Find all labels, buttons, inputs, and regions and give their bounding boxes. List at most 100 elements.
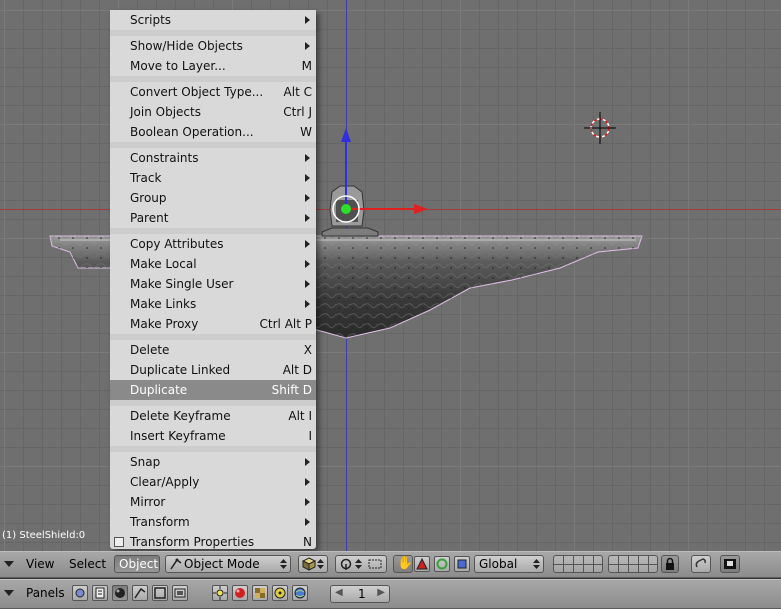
menu-item-group[interactable]: Group — [110, 188, 316, 208]
world-button[interactable] — [292, 585, 308, 601]
layer-buttons-group-2[interactable] — [608, 555, 658, 573]
logic-context-button[interactable] — [72, 585, 88, 601]
menu-item-label: Group — [130, 191, 167, 205]
menu-item-convert-object-type[interactable]: Convert Object Type... Alt C — [110, 82, 316, 102]
texture-button[interactable] — [252, 585, 268, 601]
manipulator-toggle-button[interactable]: ✋ — [393, 555, 413, 573]
menu-item-transform-properties[interactable]: Transform Properties N — [110, 532, 316, 552]
texture-icon — [255, 588, 265, 598]
up-down-arrow-icon — [317, 559, 324, 569]
menu-item-label: Delete Keyframe — [130, 409, 231, 423]
menu-item-duplicate[interactable]: Duplicate Shift D — [110, 380, 316, 400]
submenu-arrow-icon — [305, 42, 310, 50]
orientation-selector-label: Global — [479, 557, 518, 571]
menu-item-scripts[interactable]: Scripts — [110, 10, 316, 30]
lock-layers-button[interactable] — [661, 555, 679, 573]
select-menu[interactable]: Select — [69, 557, 106, 571]
menu-item-shortcut: N — [303, 535, 312, 549]
header-collapse-triangle-icon[interactable] — [4, 561, 14, 567]
opengl-render-button[interactable] — [720, 555, 740, 573]
submenu-arrow-icon — [305, 478, 310, 486]
menu-item-mirror[interactable]: Mirror — [110, 492, 316, 512]
translate-manipulator-button[interactable] — [414, 556, 430, 572]
decrement-arrow-icon[interactable]: ◀ — [335, 587, 343, 598]
view-menu[interactable]: View — [26, 557, 54, 571]
menu-item-shortcut: Shift D — [271, 383, 312, 397]
menu-item-label: Make Single User — [130, 277, 234, 291]
menu-item-parent[interactable]: Parent — [110, 208, 316, 228]
scene-context-button[interactable] — [172, 585, 188, 601]
mode-selector[interactable]: Object Mode — [165, 555, 291, 573]
pivot-selector[interactable] — [335, 555, 387, 573]
object-context-button[interactable] — [132, 585, 148, 601]
menu-item-transform[interactable]: Transform — [110, 512, 316, 532]
up-down-arrow-icon — [280, 559, 287, 569]
menu-item-make-proxy[interactable]: Make Proxy Ctrl Alt P — [110, 314, 316, 334]
scene-icon — [174, 588, 186, 598]
editing-context-button[interactable] — [152, 585, 168, 601]
active-object-label: (1) SteelShield:0 — [2, 530, 86, 541]
draw-type-selector[interactable] — [298, 555, 328, 573]
menu-item-delete[interactable]: Delete X — [110, 340, 316, 360]
menu-item-label: Constraints — [130, 151, 199, 165]
menu-item-make-single-user[interactable]: Make Single User — [110, 274, 316, 294]
checkbox-icon[interactable] — [114, 537, 124, 547]
menu-item-constraints[interactable]: Constraints — [110, 148, 316, 168]
up-down-arrow-icon — [355, 559, 362, 569]
menu-item-shortcut: W — [300, 125, 312, 139]
menu-item-label: Make Local — [130, 257, 197, 271]
rotate-manipulator-button[interactable] — [434, 556, 450, 572]
transform-manipulator — [332, 128, 428, 223]
menu-item-label: Show/Hide Objects — [130, 39, 243, 53]
menu-item-label: Track — [130, 171, 162, 185]
shading-context-button[interactable] — [112, 585, 128, 601]
menu-item-move-to-layer[interactable]: Move to Layer... M — [110, 56, 316, 76]
menu-item-label: Insert Keyframe — [130, 429, 226, 443]
radiosity-button[interactable] — [272, 585, 288, 601]
menu-item-show-hide-objects[interactable]: Show/Hide Objects — [110, 36, 316, 56]
menu-item-label: Duplicate — [130, 383, 188, 397]
menu-item-boolean-operation[interactable]: Boolean Operation... W — [110, 122, 316, 142]
submenu-arrow-icon — [305, 214, 310, 222]
menu-item-label: Make Proxy — [130, 317, 199, 331]
object-menu-button[interactable]: Object — [114, 555, 160, 573]
editing-square-icon — [154, 587, 166, 599]
frame-number-field[interactable]: ◀ 1 ▶ — [330, 585, 390, 603]
orientation-selector[interactable]: Global — [474, 555, 544, 573]
submenu-arrow-icon — [305, 194, 310, 202]
menu-item-label: Convert Object Type... — [130, 85, 264, 99]
header-collapse-triangle-icon[interactable] — [4, 590, 14, 596]
shading-sphere-icon — [115, 588, 125, 598]
link-icon — [695, 558, 706, 568]
render-preview-button[interactable] — [691, 555, 711, 573]
material-sphere-icon — [235, 588, 245, 598]
menu-item-label: Parent — [130, 211, 169, 225]
lamp-button[interactable] — [212, 585, 228, 601]
menu-item-duplicate-linked[interactable]: Duplicate Linked Alt D — [110, 360, 316, 380]
scale-manipulator-button[interactable] — [454, 556, 470, 572]
menu-item-shortcut: Alt D — [282, 363, 312, 377]
menu-item-join-objects[interactable]: Join Objects Ctrl J — [110, 102, 316, 122]
script-context-button[interactable] — [92, 585, 108, 601]
menu-item-label: Clear/Apply — [130, 475, 200, 489]
material-button[interactable] — [232, 585, 248, 601]
panels-menu[interactable]: Panels — [26, 586, 65, 600]
menu-item-label: Scripts — [130, 13, 172, 27]
layer-buttons-group-1[interactable] — [553, 555, 603, 573]
object-menu-button-label: Object — [119, 557, 159, 571]
menu-item-copy-attributes[interactable]: Copy Attributes — [110, 234, 316, 254]
menu-item-label: Copy Attributes — [130, 237, 224, 251]
ring-icon — [436, 558, 448, 570]
menu-item-make-links[interactable]: Make Links — [110, 294, 316, 314]
radiosity-icon — [274, 587, 286, 599]
submenu-arrow-icon — [305, 498, 310, 506]
menu-item-make-local[interactable]: Make Local — [110, 254, 316, 274]
menu-item-label: Join Objects — [130, 105, 201, 119]
menu-item-clear-apply[interactable]: Clear/Apply — [110, 472, 316, 492]
menu-item-insert-keyframe[interactable]: Insert Keyframe I — [110, 426, 316, 446]
menu-item-delete-keyframe[interactable]: Delete Keyframe Alt I — [110, 406, 316, 426]
menu-item-snap[interactable]: Snap — [110, 452, 316, 472]
increment-arrow-icon[interactable]: ▶ — [377, 587, 385, 598]
hand-icon: ✋ — [397, 556, 414, 571]
menu-item-track[interactable]: Track — [110, 168, 316, 188]
